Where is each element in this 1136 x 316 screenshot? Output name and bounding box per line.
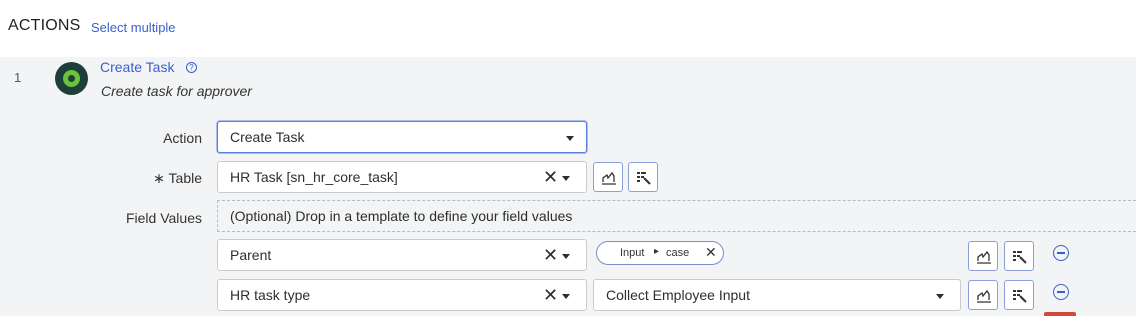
clear-x-icon[interactable]: ✕ [543,168,558,186]
select-multiple-link[interactable]: Select multiple [91,20,176,35]
action-select-value: Create Task [230,129,305,145]
reference-lookup-icon [1013,290,1027,303]
data-pill-input: Input [620,247,645,259]
table-label-text: Table [168,170,202,186]
data-pill-picker-icon [977,250,991,264]
chevron-down-icon[interactable] [562,254,570,259]
step-status-icon [55,62,88,95]
reference-lookup-icon [637,172,651,185]
data-pill[interactable]: Input ▸ case ✕ [596,241,724,265]
reference-lookup-button[interactable] [1004,241,1034,271]
clear-x-icon[interactable]: ✕ [543,286,558,304]
section-title: ACTIONS [8,17,81,34]
required-marker: ∗ [153,170,165,186]
remove-row-icon[interactable] [1053,245,1069,261]
field-name-value: Parent [230,247,272,263]
chevron-down-icon[interactable] [562,176,570,181]
chevron-down-icon[interactable] [936,294,944,299]
data-pill-picker-button[interactable] [968,280,998,310]
field-values-label: Field Values [125,210,202,226]
step-number: 1 [14,70,22,85]
data-pill-separator: ▸ [654,246,660,257]
action-select[interactable]: Create Task [217,121,587,153]
clear-x-icon[interactable]: ✕ [543,246,558,264]
table-field-value: HR Task [sn_hr_core_task] [230,169,398,185]
step-title-link[interactable]: Create Task [100,59,174,75]
data-pill-picker-button[interactable] [593,162,623,192]
hr-task-type-select[interactable]: Collect Employee Input [593,279,961,311]
data-pill-case: case [666,247,690,259]
reference-lookup-button[interactable] [628,162,658,192]
reference-lookup-button[interactable] [1004,280,1034,310]
action-label: Action [163,130,202,146]
field-name-select-hr-task-type[interactable]: HR task type ✕ [217,279,587,311]
hr-task-type-value: Collect Employee Input [606,287,750,303]
table-field[interactable]: HR Task [sn_hr_core_task] ✕ [217,161,587,193]
chevron-down-icon[interactable] [562,294,570,299]
reference-lookup-icon [1013,251,1027,264]
error-indicator [1044,312,1076,316]
pill-remove-icon[interactable]: ✕ [705,244,717,261]
help-icon[interactable]: ? [186,62,197,73]
chevron-down-icon [566,136,574,141]
step-description: Create task for approver [101,83,252,99]
remove-row-icon[interactable] [1053,284,1069,300]
template-drop-zone[interactable]: (Optional) Drop in a template to define … [217,200,1136,232]
table-label: ∗ Table [130,170,202,187]
data-pill-picker-icon [602,171,616,185]
data-pill-picker-button[interactable] [968,241,998,271]
field-name-select-parent[interactable]: Parent ✕ [217,239,587,271]
data-pill-picker-icon [977,289,991,303]
field-name-value: HR task type [230,287,311,303]
